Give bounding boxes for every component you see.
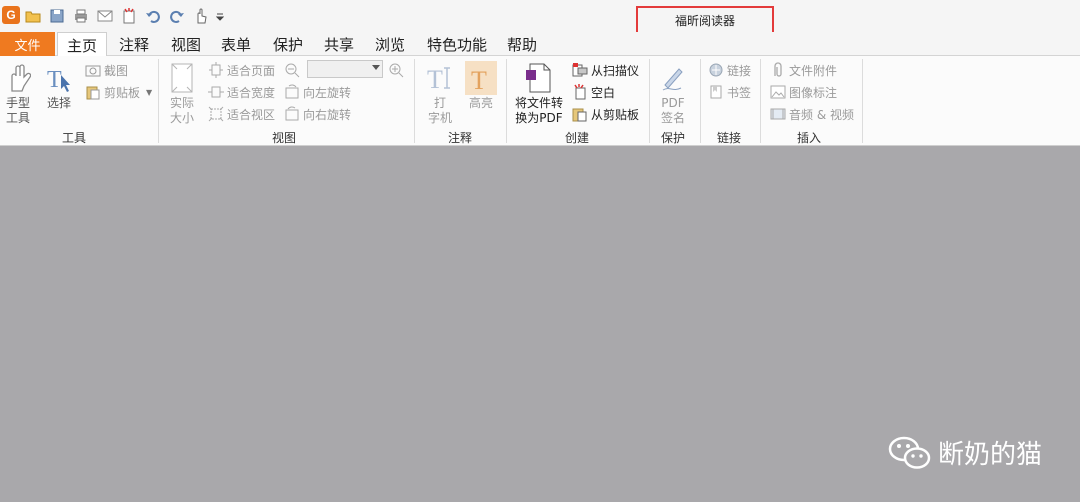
film-icon [770, 106, 786, 122]
new-icon[interactable] [120, 7, 138, 25]
svg-text:T: T [427, 65, 443, 93]
wechat-icon [888, 435, 932, 471]
link-button[interactable]: 链接 [708, 61, 751, 79]
group-label-comment: 注释 [447, 131, 472, 145]
highlight-button[interactable]: T 高亮 [462, 61, 500, 111]
actual-size-button[interactable]: 实际 大小 [166, 61, 198, 126]
tab-help[interactable]: 帮助 [500, 32, 544, 56]
hand-icon[interactable] [192, 7, 210, 25]
tab-comment[interactable]: 注释 [112, 32, 156, 56]
group-label-tools: 工具 [61, 131, 86, 145]
app-logo-icon[interactable]: G [2, 6, 20, 24]
group-divider [506, 59, 507, 143]
group-divider [158, 59, 159, 143]
tab-browse[interactable]: 浏览 [368, 32, 412, 56]
rotate-right-icon [284, 106, 300, 122]
fit-width-button[interactable]: 适合宽度 [208, 83, 275, 101]
rotate-right-button[interactable]: 向右旋转 [284, 105, 351, 123]
link-icon [708, 62, 724, 78]
fit-page-icon [208, 62, 224, 78]
group-divider [760, 59, 761, 143]
blank-button[interactable]: 空白 [572, 83, 615, 101]
tab-protect[interactable]: 保护 [266, 32, 310, 56]
group-label-create: 创建 [564, 131, 589, 145]
clipboard-button[interactable]: 剪贴板 ▼ [85, 83, 152, 101]
image-icon [770, 84, 786, 100]
title-bar: G 福昕阅读器 [0, 0, 1080, 35]
hand-tool-icon [2, 61, 34, 95]
select-tool-icon: T [43, 61, 75, 95]
group-label-protect: 保护 [660, 131, 685, 145]
select-tool-button[interactable]: T 选择 [42, 61, 76, 111]
highlight-icon: T [465, 61, 497, 95]
fit-page-button[interactable]: 适合页面 [208, 61, 275, 79]
file-attachment-button[interactable]: 文件附件 [770, 61, 837, 79]
group-label-view: 视图 [271, 131, 296, 145]
tab-view[interactable]: 视图 [164, 32, 208, 56]
customize-icon[interactable] [216, 7, 224, 25]
scanner-icon [572, 62, 588, 78]
hand-tool-button[interactable]: 手型 工具 [3, 61, 33, 126]
pdf-document-icon [523, 61, 555, 95]
chevron-down-icon [372, 65, 380, 70]
screenshot-button[interactable]: 截图 [85, 61, 128, 79]
zoom-out-icon[interactable] [284, 61, 303, 79]
tab-share[interactable]: 共享 [317, 32, 361, 56]
tab-home[interactable]: 主页 [57, 32, 107, 57]
from-clipboard-button[interactable]: 从剪贴板 [572, 105, 639, 123]
window-title: 福昕阅读器 [636, 6, 774, 35]
paperclip-icon [770, 62, 786, 78]
actual-size-icon [166, 61, 198, 95]
rotate-left-icon [284, 84, 300, 100]
group-divider [700, 59, 701, 143]
menu-bar: 文件 主页 注释 视图 表单 保护 共享 浏览 特色功能 帮助 [0, 32, 1080, 57]
pen-sign-icon [657, 61, 689, 95]
fit-width-icon [208, 84, 224, 100]
clipboard-icon [85, 84, 101, 100]
image-annotation-button[interactable]: 图像标注 [770, 83, 837, 101]
blank-page-icon [572, 84, 588, 100]
chevron-down-icon: ▼ [146, 87, 153, 97]
rotate-left-button[interactable]: 向左旋转 [284, 83, 351, 101]
redo-icon[interactable] [168, 7, 186, 25]
clipboard-icon [572, 106, 588, 122]
group-label-insert: 插入 [796, 131, 821, 145]
zoom-level-select[interactable] [307, 60, 383, 78]
audio-video-button[interactable]: 音频 & 视频 [770, 105, 854, 123]
camera-icon [85, 62, 101, 78]
undo-icon[interactable] [144, 7, 162, 25]
quick-access-toolbar [24, 7, 230, 25]
bookmark-button[interactable]: 书签 [708, 83, 751, 101]
svg-text:T: T [471, 66, 487, 93]
email-icon[interactable] [96, 7, 114, 25]
ribbon-home: 手型 工具 T 选择 截图 剪贴板 ▼ 工具 实际 大小 适合页面 适合宽度 适… [0, 56, 1080, 146]
zoom-in-icon[interactable] [388, 61, 407, 79]
tab-file[interactable]: 文件 [0, 32, 55, 56]
pdf-sign-button[interactable]: PDF 签名 [655, 61, 691, 126]
tab-features[interactable]: 特色功能 [420, 32, 494, 56]
group-divider [862, 59, 863, 143]
watermark: 断奶的猫 [888, 434, 1042, 471]
group-label-links: 链接 [716, 131, 741, 145]
convert-to-pdf-button[interactable]: 将文件转 换为PDF [512, 61, 566, 126]
from-scanner-button[interactable]: 从扫描仪 [572, 61, 639, 79]
typewriter-icon: T [424, 61, 456, 95]
fit-visible-button[interactable]: 适合视区 [208, 105, 275, 123]
fit-visible-icon [208, 106, 224, 122]
group-divider [414, 59, 415, 143]
svg-text:T: T [47, 67, 62, 93]
save-icon[interactable] [48, 7, 66, 25]
print-icon[interactable] [72, 7, 90, 25]
tab-form[interactable]: 表单 [214, 32, 258, 56]
typewriter-button[interactable]: T 打 字机 [422, 61, 458, 126]
bookmark-icon [708, 84, 724, 100]
open-icon[interactable] [24, 7, 42, 25]
